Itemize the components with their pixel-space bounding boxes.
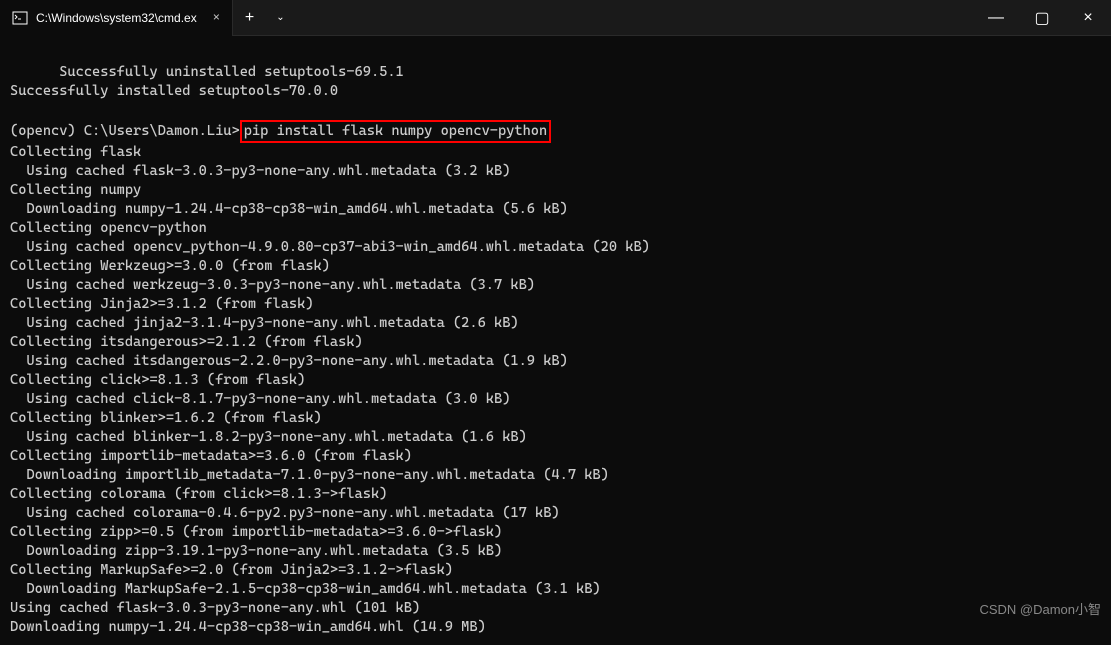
- terminal-line: Collecting itsdangerous>=2.1.2 (from fla…: [10, 334, 363, 350]
- terminal-line: Downloading MarkupSafe-2.1.5-cp38-cp38-w…: [10, 581, 601, 597]
- window-controls: — ▢ ×: [973, 0, 1111, 36]
- terminal-line: Collecting colorama (from click>=8.1.3->…: [10, 486, 387, 502]
- terminal-line: Collecting importlib-metadata>=3.6.0 (fr…: [10, 448, 412, 464]
- terminal-line: Collecting numpy: [10, 182, 141, 198]
- terminal-output[interactable]: Successfully uninstalled setuptools-69.5…: [0, 36, 1111, 645]
- terminal-line: Using cached itsdangerous-2.2.0-py3-none…: [10, 353, 568, 369]
- highlighted-command: pip install flask numpy opencv-python: [240, 120, 552, 143]
- new-tab-button[interactable]: +: [233, 9, 266, 27]
- terminal-line: Downloading numpy-1.24.4-cp38-cp38-win_a…: [10, 201, 568, 217]
- terminal-line: Collecting Jinja2>=3.1.2 (from flask): [10, 296, 314, 312]
- terminal-line: Using cached opencv_python-4.9.0.80-cp37…: [10, 239, 650, 255]
- maximize-button[interactable]: ▢: [1019, 0, 1065, 36]
- tab-close-button[interactable]: ×: [213, 11, 220, 25]
- terminal-line: Collecting opencv-python: [10, 220, 207, 236]
- minimize-button[interactable]: —: [973, 0, 1019, 36]
- terminal-tab[interactable]: C:\Windows\system32\cmd.ex ×: [0, 0, 233, 36]
- prompt-prefix: (opencv) C:\Users\Damon.Liu>: [10, 123, 240, 139]
- tab-dropdown-button[interactable]: ⌄: [266, 12, 294, 24]
- tab-title: C:\Windows\system32\cmd.ex: [36, 11, 197, 25]
- terminal-line: Collecting flask: [10, 144, 141, 160]
- close-window-button[interactable]: ×: [1065, 0, 1111, 36]
- titlebar: C:\Windows\system32\cmd.ex × + ⌄ — ▢ ×: [0, 0, 1111, 36]
- cmd-icon: [12, 10, 28, 26]
- terminal-line: Using cached jinja2-3.1.4-py3-none-any.w…: [10, 315, 519, 331]
- terminal-line: Using cached flask-3.0.3-py3-none-any.wh…: [10, 163, 510, 179]
- terminal-line: Collecting Werkzeug>=3.0.0 (from flask): [10, 258, 330, 274]
- terminal-line: Collecting click>=8.1.3 (from flask): [10, 372, 305, 388]
- terminal-line: Successfully uninstalled setuptools-69.5…: [10, 64, 404, 80]
- watermark: CSDN @Damon小智: [979, 599, 1101, 618]
- terminal-line: Collecting MarkupSafe>=2.0 (from Jinja2>…: [10, 562, 453, 578]
- terminal-line: Downloading zipp-3.19.1-py3-none-any.whl…: [10, 543, 502, 559]
- terminal-line: Using cached flask-3.0.3-py3-none-any.wh…: [10, 600, 420, 616]
- terminal-line: Using cached colorama-0.4.6-py2.py3-none…: [10, 505, 560, 521]
- terminal-line: Downloading importlib_metadata-7.1.0-py3…: [10, 467, 609, 483]
- terminal-line: Downloading numpy-1.24.4-cp38-cp38-win_a…: [10, 619, 486, 635]
- terminal-line: Using cached blinker-1.8.2-py3-none-any.…: [10, 429, 527, 445]
- terminal-line: Using cached click-8.1.7-py3-none-any.wh…: [10, 391, 510, 407]
- terminal-line: Collecting blinker>=1.6.2 (from flask): [10, 410, 322, 426]
- terminal-line: Collecting zipp>=0.5 (from importlib-met…: [10, 524, 502, 540]
- terminal-line: Successfully installed setuptools-70.0.0: [10, 83, 338, 99]
- terminal-line: Using cached werkzeug-3.0.3-py3-none-any…: [10, 277, 535, 293]
